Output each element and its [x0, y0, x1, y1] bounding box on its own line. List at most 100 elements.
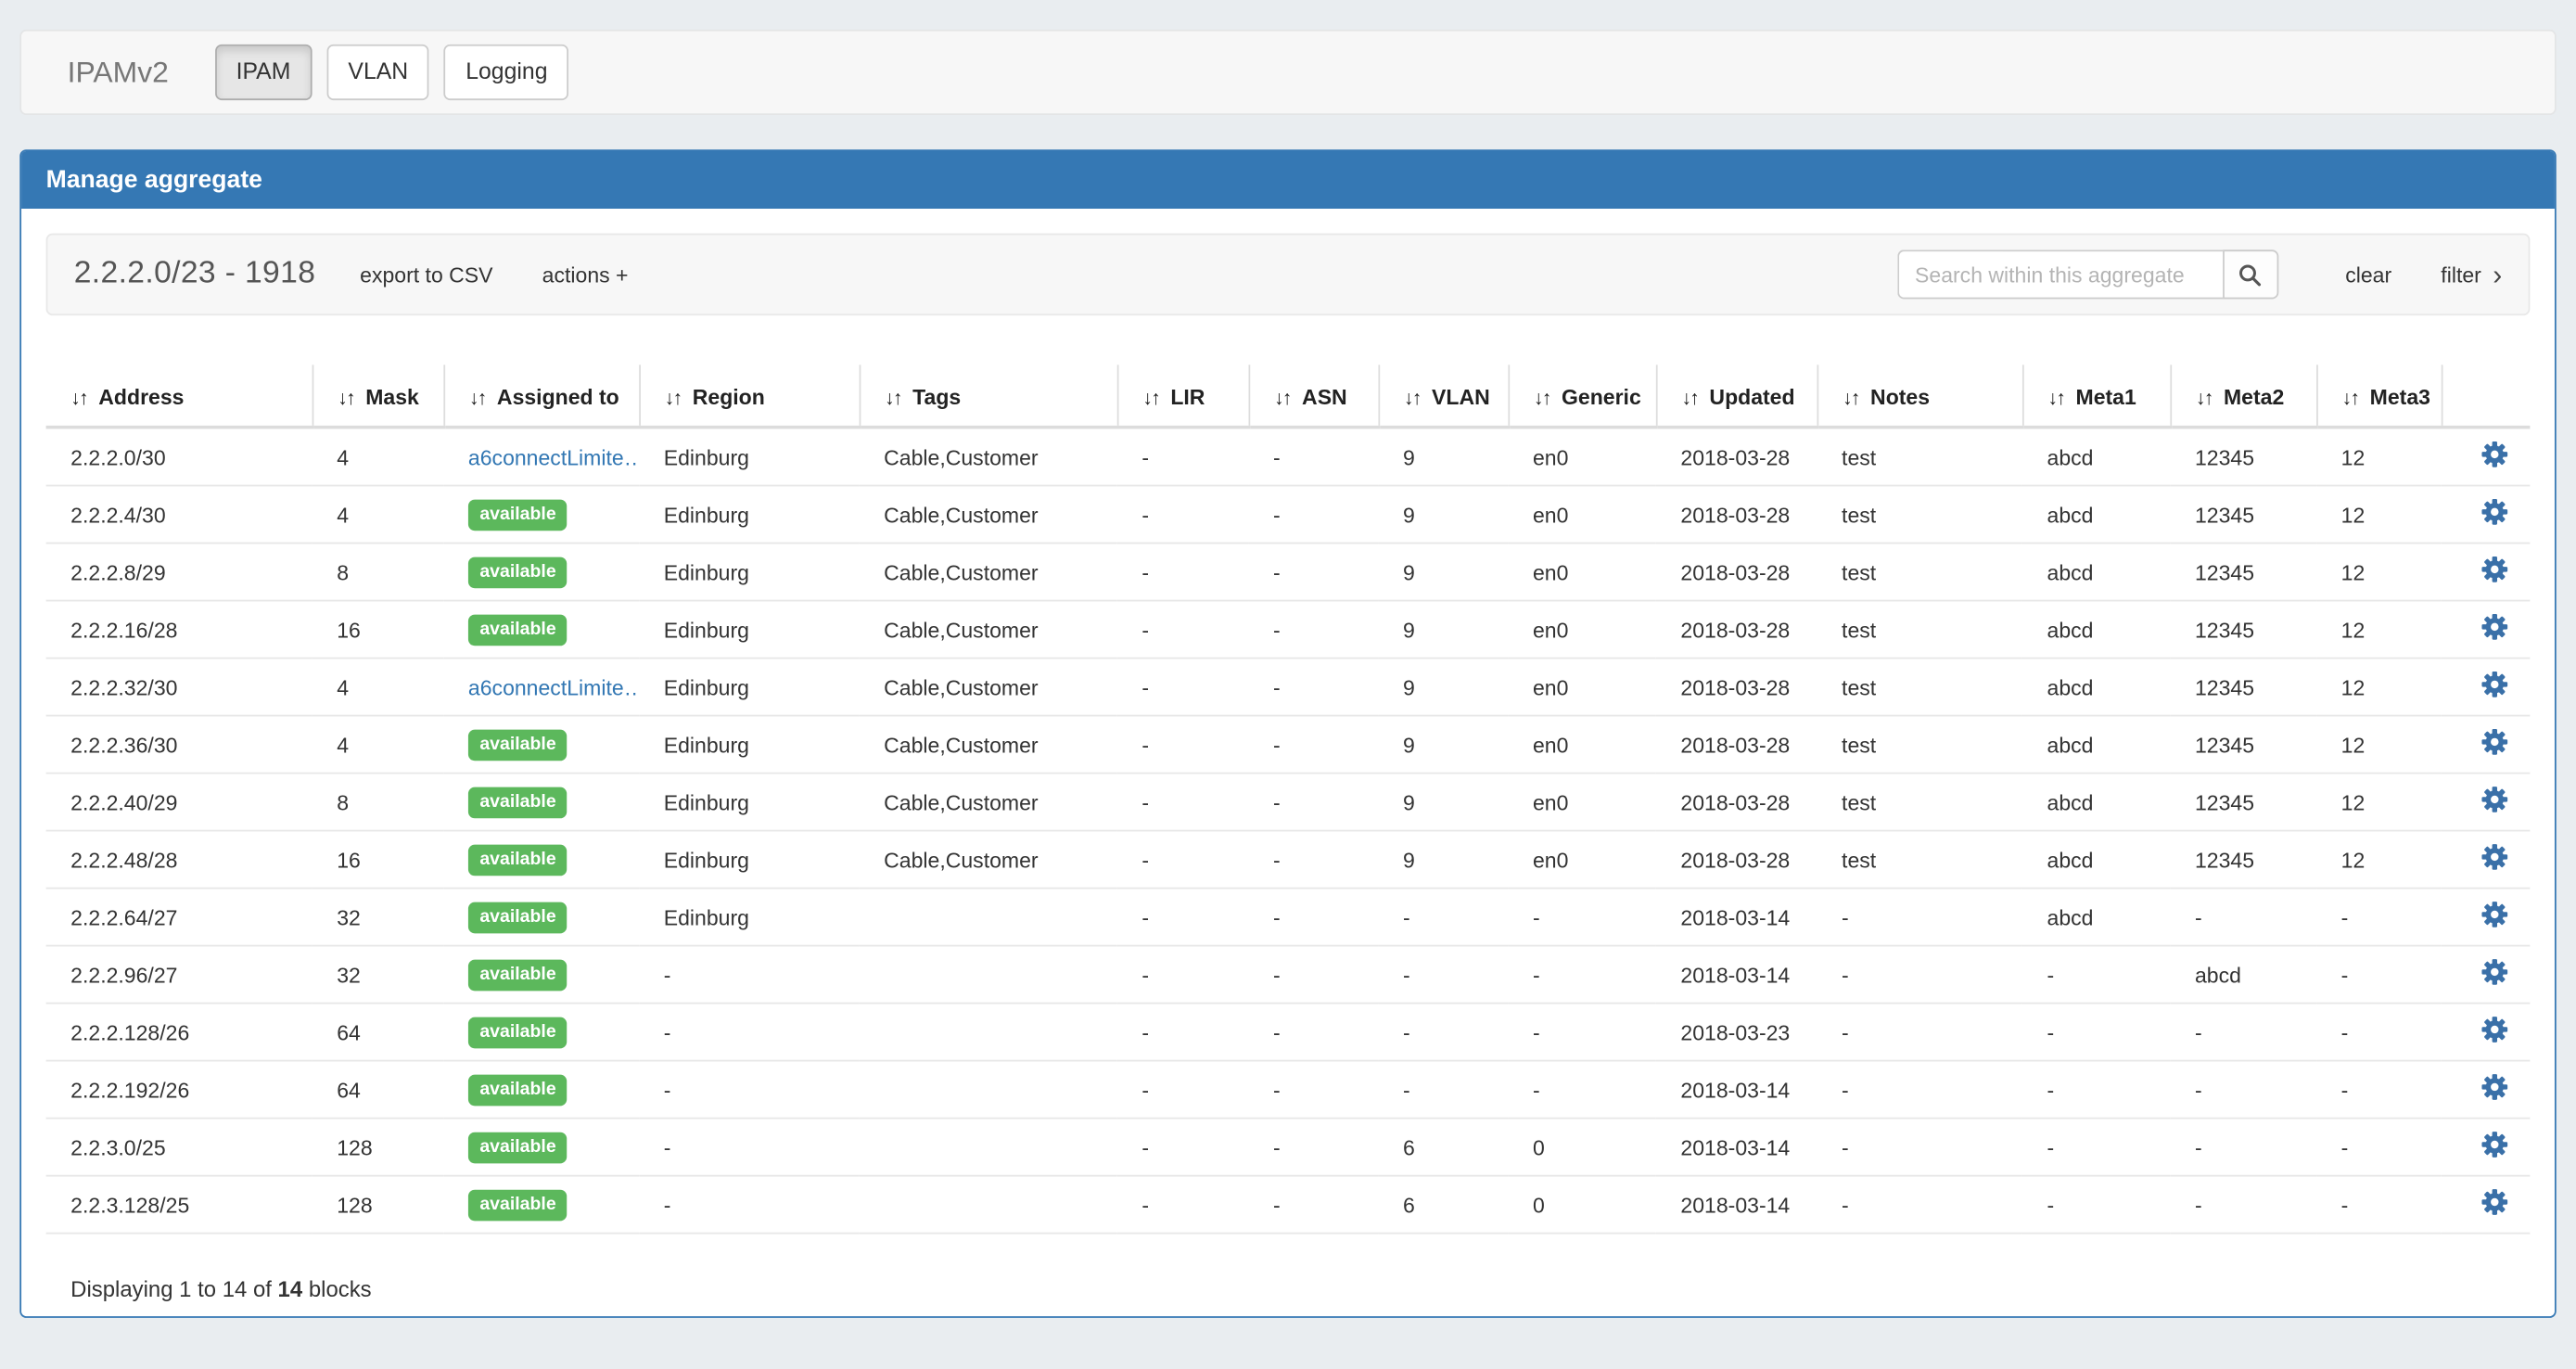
row-settings-button[interactable] [2480, 441, 2508, 468]
assigned-to-link[interactable]: a6connectLimite… [468, 444, 639, 469]
cell-meta3: 12 [2316, 544, 2442, 601]
cell-generic: - [1508, 1004, 1655, 1061]
cell-actions [2442, 544, 2531, 601]
row-settings-button[interactable] [2480, 1131, 2508, 1158]
cell-notes: test [1817, 659, 2021, 716]
cell-vlan: 9 [1378, 659, 1508, 716]
cell-assigned-to: available [443, 831, 639, 889]
gear-icon [2480, 1016, 2508, 1043]
cell-region: Edinburg [639, 601, 859, 659]
column-header-tags[interactable]: ↓↑Tags [860, 365, 1117, 427]
cell-vlan: 6 [1378, 1119, 1508, 1176]
row-settings-button[interactable] [2480, 498, 2508, 526]
pagination-suffix: blocks [302, 1277, 371, 1302]
top-navbar: IPAMv2 IPAM VLAN Logging [19, 30, 2556, 115]
column-header-notes[interactable]: ↓↑Notes [1817, 365, 2021, 427]
tab-ipam[interactable]: IPAM [215, 45, 312, 100]
actions-menu-button[interactable]: actions + [542, 262, 629, 288]
table-row: 2.2.2.40/298availableEdinburgCable,Custo… [46, 774, 2531, 831]
row-settings-button[interactable] [2480, 843, 2508, 871]
assigned-to-link[interactable]: a6connectLimite… [468, 674, 639, 699]
cell-region: Edinburg [639, 889, 859, 946]
row-settings-button[interactable] [2480, 728, 2508, 756]
cell-meta1: - [2022, 1061, 2170, 1119]
export-csv-button[interactable]: export to CSV [360, 262, 492, 288]
cell-actions [2442, 774, 2531, 831]
row-settings-button[interactable] [2480, 671, 2508, 698]
cell-asn: - [1248, 486, 1378, 544]
cell-region: - [639, 1119, 859, 1176]
clear-button[interactable]: clear [2345, 262, 2391, 288]
column-label: Generic [1562, 385, 1641, 410]
column-label: VLAN [1432, 385, 1490, 410]
cell-assigned-to: available [443, 1061, 639, 1119]
cell-notes: - [1817, 1176, 2021, 1234]
cell-generic: en0 [1508, 486, 1655, 544]
cell-assigned-to: available [443, 1119, 639, 1176]
cell-lir: - [1117, 486, 1249, 544]
cell-address: 2.2.2.48/28 [46, 831, 312, 889]
filter-button[interactable]: filter › [2441, 261, 2502, 288]
cell-asn: - [1248, 1119, 1378, 1176]
cell-meta3: 12 [2316, 428, 2442, 486]
row-settings-button[interactable] [2480, 786, 2508, 813]
cell-region: Edinburg [639, 831, 859, 889]
column-header-lir[interactable]: ↓↑LIR [1117, 365, 1249, 427]
column-header-updated[interactable]: ↓↑Updated [1656, 365, 1817, 427]
row-settings-button[interactable] [2480, 901, 2508, 928]
search-input[interactable] [1897, 249, 2223, 299]
cell-asn: - [1248, 774, 1378, 831]
cell-assigned-to: available [443, 1176, 639, 1234]
column-header-assigned-to[interactable]: ↓↑Assigned to [443, 365, 639, 427]
cell-meta2: 12345 [2170, 544, 2316, 601]
column-header-asn[interactable]: ↓↑ASN [1248, 365, 1378, 427]
cell-meta2: - [2170, 1061, 2316, 1119]
row-settings-button[interactable] [2480, 1188, 2508, 1216]
row-settings-button[interactable] [2480, 556, 2508, 583]
cell-generic: en0 [1508, 659, 1655, 716]
row-settings-button[interactable] [2480, 958, 2508, 986]
cell-mask: 64 [312, 1004, 444, 1061]
cell-mask: 32 [312, 946, 444, 1004]
row-settings-button[interactable] [2480, 1073, 2508, 1101]
cell-address: 2.2.2.16/28 [46, 601, 312, 659]
row-settings-button[interactable] [2480, 613, 2508, 641]
column-header-vlan[interactable]: ↓↑VLAN [1378, 365, 1508, 427]
sort-icon: ↓↑ [1534, 386, 1550, 409]
table-row: 2.2.2.16/2816availableEdinburgCable,Cust… [46, 601, 2531, 659]
manage-aggregate-panel: Manage aggregate 2.2.2.0/23 - 1918 expor… [19, 149, 2556, 1318]
row-settings-button[interactable] [2480, 1016, 2508, 1043]
column-header-meta1[interactable]: ↓↑Meta1 [2022, 365, 2170, 427]
cell-vlan: 6 [1378, 1176, 1508, 1234]
cell-notes: test [1817, 716, 2021, 774]
cell-vlan: 9 [1378, 716, 1508, 774]
cell-generic: en0 [1508, 831, 1655, 889]
column-header-address[interactable]: ↓↑Address [46, 365, 312, 427]
search-button[interactable] [2222, 249, 2277, 299]
cell-lir: - [1117, 716, 1249, 774]
column-header-mask[interactable]: ↓↑Mask [312, 365, 444, 427]
column-header-generic[interactable]: ↓↑ Generic [1508, 365, 1655, 427]
app-brand: IPAMv2 [68, 55, 169, 89]
cell-region: Edinburg [639, 716, 859, 774]
cell-tags: Cable,Customer [860, 831, 1117, 889]
cell-notes: test [1817, 486, 2021, 544]
cell-meta3: 12 [2316, 774, 2442, 831]
cell-lir: - [1117, 428, 1249, 486]
cell-lir: - [1117, 774, 1249, 831]
cell-meta1: abcd [2022, 544, 2170, 601]
cell-lir: - [1117, 831, 1249, 889]
cell-meta3: 12 [2316, 831, 2442, 889]
sort-icon: ↓↑ [665, 386, 682, 409]
cell-address: 2.2.2.0/30 [46, 428, 312, 486]
cell-lir: - [1117, 659, 1249, 716]
column-header-region[interactable]: ↓↑Region [639, 365, 859, 427]
tab-vlan[interactable]: VLAN [326, 45, 429, 100]
gear-icon [2480, 613, 2508, 641]
table-row: 2.2.2.48/2816availableEdinburgCable,Cust… [46, 831, 2531, 889]
column-header-meta2[interactable]: ↓↑Meta2 [2170, 365, 2316, 427]
cell-address: 2.2.2.128/26 [46, 1004, 312, 1061]
tab-logging[interactable]: Logging [444, 45, 568, 100]
cell-address: 2.2.3.128/25 [46, 1176, 312, 1234]
column-header-meta3[interactable]: ↓↑Meta3 [2316, 365, 2442, 427]
